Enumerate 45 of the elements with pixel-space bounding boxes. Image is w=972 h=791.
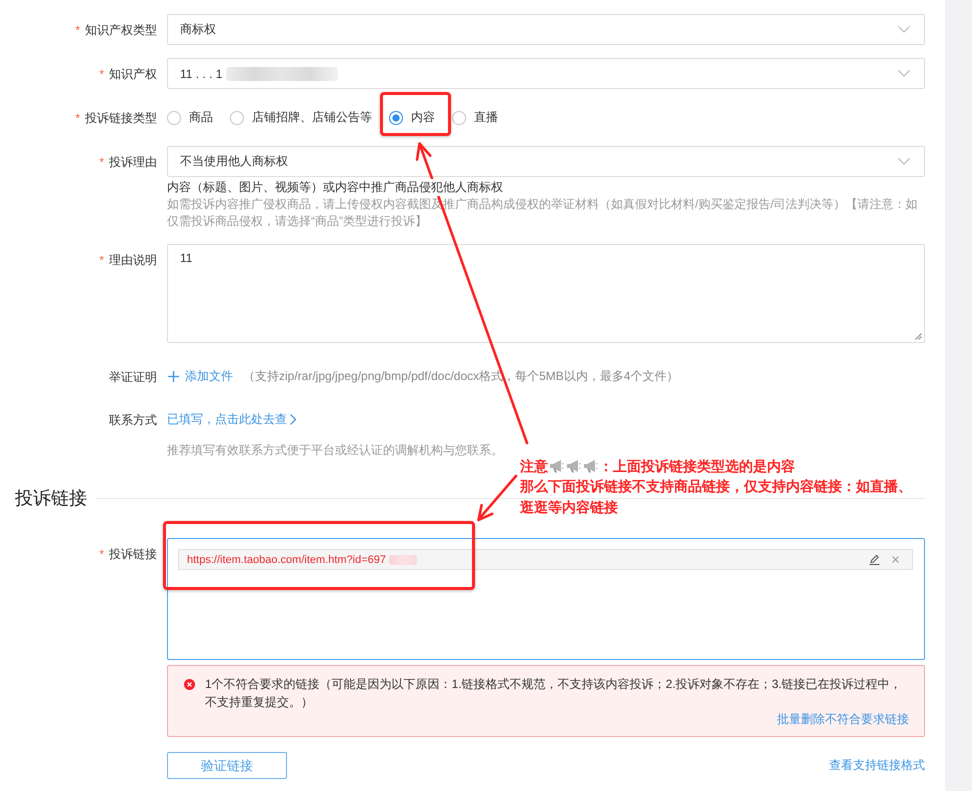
field-label: 联系方式 (109, 412, 157, 428)
annotation-arrow (477, 474, 518, 522)
field-label: 投诉理由 (109, 154, 157, 170)
megaphone-icon (583, 459, 598, 473)
edit-icon[interactable] (869, 554, 880, 565)
megaphone-icon (549, 459, 564, 473)
section-title: 投诉链接 (15, 487, 87, 510)
error-message: 1个不符合要求的链接（可能是因为以下原因：1.链接格式不规范，不支持该内容投诉；2.投诉对象不存在；3.链接已在投诉过程中，不支持重复提交。） (205, 676, 903, 711)
field-label: 投诉链接类型 (85, 110, 157, 126)
megaphone-icon (566, 459, 581, 473)
note-text: 那么下面投诉链接不支持商品链接，仅支持内容链接：如直播、逛逛等内容链接 (520, 477, 913, 517)
resize-grip-icon (915, 333, 922, 340)
required-asterisk: * (75, 22, 80, 36)
required-asterisk: * (75, 110, 80, 124)
field-label: 知识产权 (109, 66, 157, 82)
chevron-right-icon (290, 414, 296, 425)
field-label: 知识产权类型 (85, 22, 157, 38)
error-icon (184, 679, 195, 690)
chevron-down-icon (898, 70, 910, 77)
radio-option[interactable]: 直播 (452, 109, 498, 126)
required-asterisk: * (99, 252, 104, 266)
hint-text: 推荐填写有效联系方式便于平台或经认证的调解机构与您联系。 (167, 442, 504, 459)
field-label: 理由说明 (109, 252, 157, 268)
field-label: 举证证明 (109, 368, 157, 384)
field-label: 投诉链接 (109, 546, 157, 562)
close-icon[interactable] (892, 556, 899, 563)
highlight-box (380, 92, 451, 136)
required-asterisk: * (99, 154, 104, 168)
required-asterisk: * (99, 546, 104, 560)
plus-icon (168, 371, 179, 382)
description-text: 内容（标题、图片、视频等）或内容中推广商品侵犯他人商标权 (167, 179, 503, 196)
link-url: https://item.taobao.com/item.htm?id=697 (187, 554, 386, 566)
note-text: ：上面投诉链接类型选的是内容 (599, 457, 795, 476)
radio-option[interactable]: 商品 (167, 109, 213, 126)
text-area[interactable]: 11 (167, 244, 925, 343)
note-text: 注意 (520, 457, 548, 476)
chevron-down-icon (898, 26, 910, 33)
select-field[interactable]: 不当使用他人商标权 (167, 146, 925, 177)
select-field[interactable]: 11 . . . 1 (167, 58, 925, 89)
link-input-area[interactable]: https://item.taobao.com/item.htm?id=697 (167, 538, 925, 660)
select-field[interactable]: 商标权 (167, 14, 925, 45)
chevron-down-icon (898, 158, 910, 165)
required-asterisk: * (99, 66, 104, 80)
radio-option[interactable]: 店铺招牌、店铺公告等 (230, 109, 372, 126)
radio-option[interactable]: 内容 (389, 109, 435, 126)
